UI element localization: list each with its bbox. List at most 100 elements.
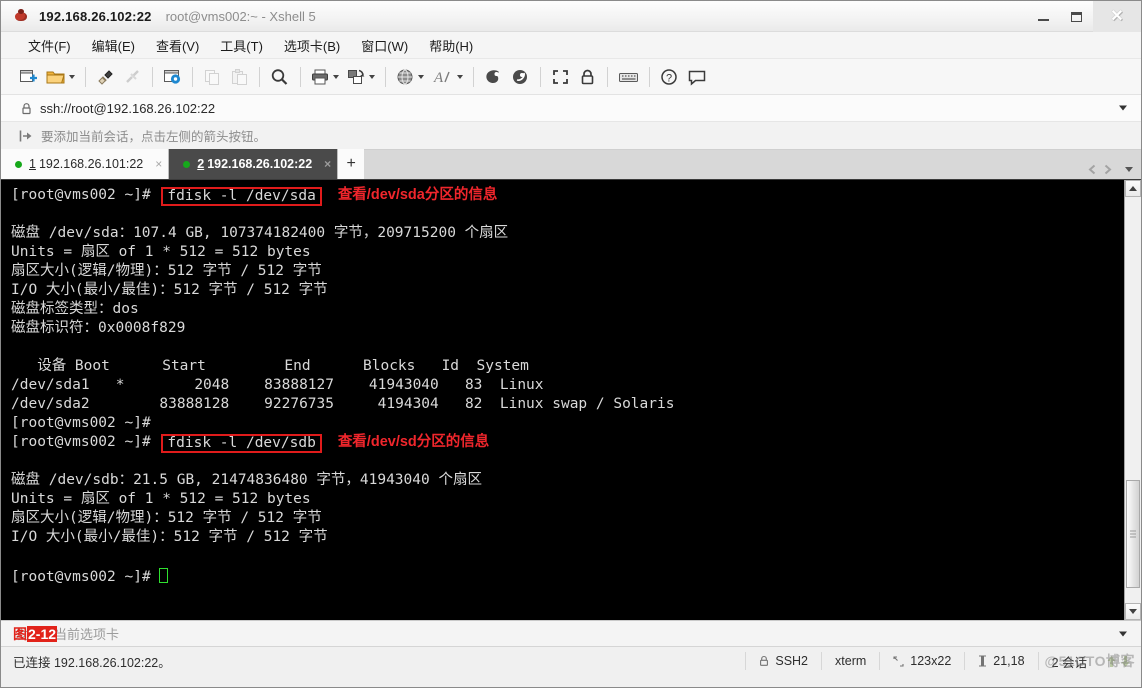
status-terminal-type: xterm [821,652,879,670]
terminal-line: [root@vms002 ~]# [11,415,160,431]
terminal-scrollbar[interactable] [1124,180,1141,620]
chevron-down-icon[interactable] [1119,631,1127,636]
chevron-down-icon[interactable] [333,74,339,79]
address-bar[interactable]: ssh://root@192.168.26.102:22 [1,95,1141,122]
transfer-icon[interactable] [343,64,379,90]
terminal-prompt: [root@vms002 ~]# [11,434,160,450]
status-cursor-position: 21,18 [964,652,1037,670]
help-icon[interactable]: ? [656,64,683,90]
new-session-icon[interactable] [15,64,42,90]
scroll-down-button[interactable] [1125,603,1141,620]
notice-bar: 要添加当前会话，点击左侧的箭头按钮。 [1,122,1141,150]
maximize-button[interactable] [1060,1,1093,32]
close-icon: ✕ [1110,7,1124,25]
send-to-tab-bar[interactable]: 发送到当前选项卡 图2-12 [1,620,1141,647]
chevron-left-icon[interactable] [1085,164,1100,175]
terminal-cursor [159,568,169,583]
chevron-down-icon[interactable] [369,74,375,79]
add-session-arrow-icon[interactable] [19,129,33,143]
terminal-line: I/O 大小(最小/最佳)：512 字节 / 512 字节 [11,282,328,298]
tab-status-dot-icon [183,160,191,168]
highlighted-command: fdisk -l /dev/sdb [161,434,322,453]
scrollbar-thumb[interactable] [1126,480,1140,588]
scrollbar-grip [1130,529,1136,540]
tab-192-168-26-101[interactable]: 1 192.168.26.101:22 × [1,149,170,179]
chevron-down-icon[interactable] [1119,105,1127,111]
tab-close-icon[interactable]: × [155,158,162,170]
minimize-button[interactable] [1027,1,1060,32]
tab-close-icon[interactable]: × [324,158,331,170]
terminal-line: 磁盘标识符：0x0008f829 [11,320,186,336]
menu-file[interactable]: 文件(F) [19,33,80,58]
terminal-output[interactable]: [root@vms002 ~]# fdisk -l /dev/sda 查看/dev… [1,180,1124,620]
close-button[interactable]: ✕ [1093,1,1141,32]
lock-icon [21,102,32,115]
toolbar-separator [649,66,650,87]
address-value: ssh://root@192.168.26.102:22 [40,100,216,116]
toolbar-separator [540,66,541,87]
tab-number: 2 [197,157,205,171]
menu-window[interactable]: 窗口(W) [352,33,417,58]
chevron-down-icon[interactable] [457,74,463,79]
print-icon[interactable] [307,64,343,90]
connect-icon[interactable] [92,64,119,90]
new-tab-button[interactable]: + [338,149,365,179]
session-properties-icon[interactable] [159,64,186,90]
terminal-line: /dev/sda2 83888128 92276735 4194304 82 L… [11,396,675,412]
chat-icon[interactable] [683,64,711,90]
terminal-line: I/O 大小(最小/最佳)：512 字节 / 512 字节 [11,529,328,545]
toolbar-separator [300,66,301,87]
font-icon[interactable]: A [428,64,467,90]
command-annotation: 查看/dev/sda分区的信息 [337,187,498,203]
watermark: @51CTO博客 [1044,653,1135,669]
open-folder-icon[interactable] [42,64,79,90]
terminal-line: [root@vms002 ~]# [11,566,1124,585]
svg-text:?: ? [666,72,672,84]
ftp-icon[interactable] [507,64,534,90]
terminal-line: [root@vms002 ~]# fdisk -l /dev/sda 查看/dev… [11,186,1124,206]
status-size-value: 123x22 [910,654,952,668]
globe-icon[interactable] [392,64,428,90]
scroll-up-button[interactable] [1125,180,1141,197]
terminal-line: Units = 扇区 of 1 * 512 = 512 bytes [11,491,311,507]
terminal-prompt: [root@vms002 ~]# [11,187,160,203]
figure-prefix: 图 [13,626,27,642]
notice-text: 要添加当前会话，点击左侧的箭头按钮。 [41,130,267,144]
menu-tabs[interactable]: 选项卡(B) [275,33,349,58]
menu-view[interactable]: 查看(V) [147,33,208,58]
sftp-icon[interactable] [480,64,507,90]
keyboard-icon[interactable] [614,64,643,90]
xshell-bug-icon [13,8,29,24]
chevron-down-icon[interactable] [418,74,424,79]
highlighted-command: fdisk -l /dev/sda [161,187,322,206]
terminal-line: Units = 扇区 of 1 * 512 = 512 bytes [11,244,311,260]
tab-192-168-26-102[interactable]: 2 192.168.26.102:22 × [169,149,339,179]
menu-edit[interactable]: 编辑(E) [83,33,144,58]
fullscreen-icon[interactable] [547,64,574,90]
find-icon[interactable] [266,64,294,90]
chevron-right-icon[interactable] [1100,164,1115,175]
window-controls: ✕ [1027,1,1141,32]
chevron-down-icon[interactable] [69,74,75,79]
terminal-line: 磁盘标签类型：dos [11,301,139,317]
arrow-up-icon [1129,186,1137,191]
status-protocol-value: SSH2 [775,654,809,668]
lock-icon[interactable] [574,64,601,90]
tab-list-chevron-down-icon[interactable] [1125,167,1133,172]
tab-number: 1 [29,157,36,171]
terminal-area: [root@vms002 ~]# fdisk -l /dev/sda 查看/dev… [1,180,1141,620]
lock-icon [759,655,769,667]
terminal-line: [root@vms002 ~]# fdisk -l /dev/sdb 查看/dev… [11,433,1124,453]
cursor-icon [978,655,987,667]
terminal-line: 磁盘 /dev/sdb：21.5 GB, 21474836480 字节，4194… [11,472,482,488]
terminal-line: 扇区大小(逻辑/物理)：512 字节 / 512 字节 [11,510,322,526]
tab-nav-controls [1085,164,1137,175]
menu-help[interactable]: 帮助(H) [420,33,482,58]
menu-tools[interactable]: 工具(T) [211,33,272,58]
tab-bar: 1 192.168.26.101:22 × 2 192.168.26.102:2… [1,149,1141,180]
toolbar-separator [85,66,86,87]
